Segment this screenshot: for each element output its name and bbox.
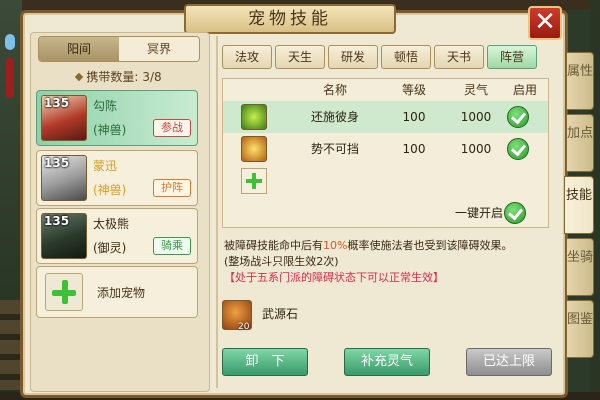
carry-label: 携带数量:	[86, 70, 139, 84]
skill-spirit: 1000	[460, 110, 492, 124]
status-badge-guard: 护阵	[153, 179, 191, 197]
pet-name: 太极熊	[93, 217, 130, 231]
pet-card-mengxun[interactable]: 135 蒙迅 (神兽) 护阵	[36, 150, 198, 206]
unload-button[interactable]: 卸 下	[222, 348, 308, 376]
diamond-icon	[75, 72, 84, 82]
column-header-spirit: 灵气	[463, 83, 488, 97]
pet-avatar: 135	[41, 95, 87, 141]
add-skill-icon	[241, 168, 267, 194]
enabled-check-icon[interactable]	[507, 138, 529, 160]
pet-type: (御灵)	[93, 241, 127, 255]
skill-description: 被障碍技能命中后有10%概率使施法者也受到该障碍效果。 (整场战斗只限生效2次)…	[224, 238, 549, 286]
pet-level: 135	[44, 96, 70, 110]
side-tab-mount[interactable]: 坐骑	[566, 238, 594, 296]
max-reached-button[interactable]: 已达上限	[466, 348, 552, 376]
tab-fagong[interactable]: 法攻	[222, 45, 272, 69]
panel-divider	[216, 36, 218, 388]
window-title: 宠物技能	[184, 4, 396, 34]
desc-text-b: 概率使施法者也受到该障碍效果。	[347, 239, 513, 252]
tab-yangjian[interactable]: 阳间	[39, 37, 119, 61]
plus-icon	[45, 273, 83, 311]
one-key-check-icon[interactable]	[504, 202, 526, 224]
desc-percent: 10%	[323, 239, 348, 252]
side-tab-codex[interactable]: 图鉴	[566, 300, 594, 358]
one-key-enable[interactable]: 一键开启	[222, 200, 549, 226]
refill-spirit-button[interactable]: 补充灵气	[344, 348, 430, 376]
column-header-enable: 启用	[512, 83, 537, 97]
carry-value: 3/8	[142, 70, 162, 84]
tab-tiansheng[interactable]: 天生	[275, 45, 325, 69]
desc-text-a: 被障碍技能命中后有	[224, 239, 323, 252]
tab-tianshu[interactable]: 天书	[434, 45, 484, 69]
add-pet-button[interactable]: 添加宠物	[36, 266, 198, 318]
skill-spirit: 1000	[460, 142, 492, 156]
pet-card-gouchen[interactable]: 135 勾陈 (神兽) 参战	[36, 90, 198, 146]
tab-mingjie[interactable]: 冥界	[119, 37, 199, 61]
pet-avatar: 135	[41, 213, 87, 259]
pet-level: 135	[44, 156, 70, 170]
skill-category-tabs: 法攻 天生 研发 顿悟 天书 阵营	[222, 45, 537, 69]
pet-type: (神兽)	[93, 183, 127, 197]
skill-level: 100	[402, 142, 426, 156]
carry-count: 携带数量: 3/8	[32, 66, 206, 86]
table-row[interactable]: 还施彼身 100 1000	[223, 101, 548, 133]
pet-type: (神兽)	[93, 123, 127, 137]
close-button[interactable]: ✕	[528, 6, 562, 40]
ribbon-icon	[6, 58, 14, 98]
skill-name: 还施彼身	[310, 110, 359, 124]
one-key-label: 一键开启	[454, 206, 503, 220]
column-header-name: 名称	[322, 83, 347, 97]
background-decoration	[0, 300, 20, 390]
side-tab-points[interactable]: 加点	[566, 114, 594, 172]
add-pet-label: 添加宠物	[97, 286, 146, 300]
skill-icon-reflect	[241, 104, 267, 130]
pet-avatar: 135	[41, 155, 87, 201]
pet-card-taijixiong[interactable]: 135 太极熊 (御灵) 骑乘	[36, 208, 198, 264]
skill-name: 势不可挡	[310, 142, 359, 156]
desc-note: 【处于五系门派的障碍状态下可以正常生效】	[224, 271, 444, 284]
desc-limit: (整场战斗只限生效2次)	[224, 255, 339, 268]
close-icon: ✕	[534, 7, 556, 37]
realm-tabs: 阳间 冥界	[38, 36, 200, 62]
side-tab-attributes[interactable]: 属性	[566, 52, 594, 110]
item-name: 武源石	[262, 307, 299, 321]
pet-name: 蒙迅	[93, 159, 118, 173]
pet-name: 勾陈	[93, 99, 118, 113]
column-header-level: 等级	[401, 83, 426, 97]
pet-level: 135	[44, 214, 70, 228]
status-badge-ride: 骑乘	[153, 237, 191, 255]
side-tab-skills[interactable]: 技能	[564, 176, 594, 234]
item-count: 20	[238, 322, 250, 332]
skill-level: 100	[402, 110, 426, 124]
table-row[interactable]: 势不可挡 100 1000	[223, 133, 548, 165]
tab-dunwu[interactable]: 顿悟	[381, 45, 431, 69]
tab-yanfa[interactable]: 研发	[328, 45, 378, 69]
potion-icon	[5, 34, 15, 50]
skill-icon-unstoppable	[241, 136, 267, 162]
tab-zhenying[interactable]: 阵营	[487, 45, 537, 69]
table-row-add[interactable]	[223, 165, 548, 197]
enabled-check-icon[interactable]	[507, 106, 529, 128]
status-badge-fight: 参战	[153, 119, 191, 137]
